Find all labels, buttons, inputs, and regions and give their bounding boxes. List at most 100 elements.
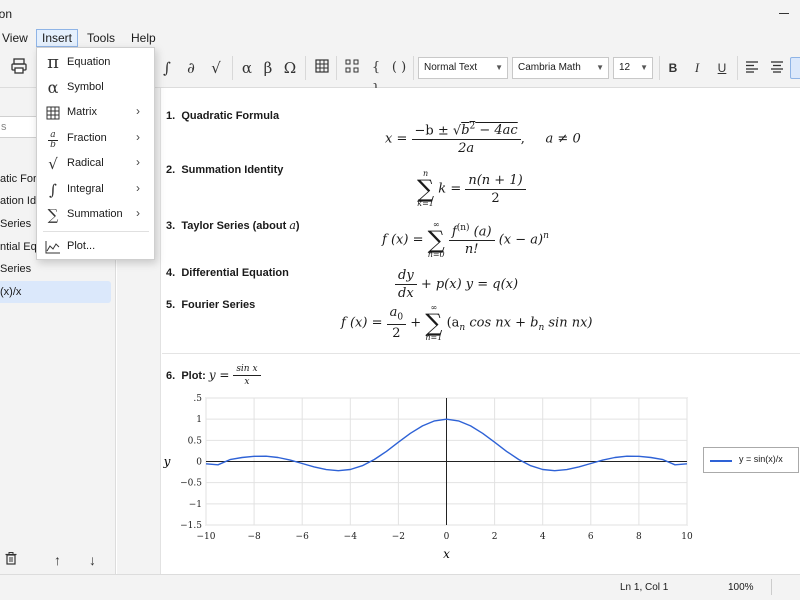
parentheses-icon[interactable]: ( ): [389, 57, 409, 79]
equation-differential[interactable]: dy dx + p(x) y = q(x): [395, 268, 518, 301]
status-divider: [771, 579, 772, 595]
equation-summation[interactable]: n ∑ k=1 k = n(n + 1) 2: [417, 170, 526, 208]
font-size-select[interactable]: 12 ▼: [613, 57, 653, 79]
insert-menu: π Equation α Symbol Matrix › ab Fraction…: [36, 47, 155, 260]
x-tick-label: −6: [296, 532, 310, 542]
equation-fourier[interactable]: f (x) = a0 2 + ∞ ∑ n=1 (an cos nx + bn sin …: [341, 304, 592, 342]
cursor-position: Ln 1, Col 1: [620, 582, 669, 593]
section-title-1: 1. Quadratic Formula: [166, 110, 280, 122]
omega-symbol-button[interactable]: Ω: [280, 57, 300, 79]
equation-quadratic[interactable]: x = −b ± √b2 − 4ac 2a, a ≠ 0: [385, 122, 581, 156]
y-tick-label: −1.5: [180, 521, 202, 531]
chevron-right-icon: ›: [136, 104, 140, 118]
minimize-button[interactable]: [779, 13, 789, 14]
insert-menu-summation[interactable]: ∑ Summation ›: [37, 203, 154, 228]
x-tick-label: −2: [392, 532, 405, 542]
bold-button[interactable]: B: [663, 57, 683, 79]
menu-tools[interactable]: Tools: [82, 29, 120, 47]
font-size-value: 12: [619, 62, 631, 73]
x-tick-label: 8: [636, 532, 642, 542]
chevron-right-icon: ›: [136, 206, 140, 220]
sidebar-item-plot[interactable]: (x)/x: [0, 281, 111, 303]
equation-taylor[interactable]: f (x) = ∞ ∑ n=0 f(n) (a) n! (x − a)n: [382, 221, 549, 259]
status-bar: Ln 1, Col 1 100%: [0, 574, 800, 600]
chevron-right-icon: ›: [136, 181, 140, 195]
insert-menu-fraction[interactable]: ab Fraction ›: [37, 127, 154, 152]
x-tick-label: −8: [247, 532, 261, 542]
title-bar: ion: [0, 0, 800, 28]
partial-symbol-button[interactable]: ∂: [181, 57, 201, 79]
y-tick-label: −1: [189, 500, 202, 510]
font-select[interactable]: Cambria Math ▼: [512, 57, 609, 79]
chevron-right-icon: ›: [136, 130, 140, 144]
chevron-right-icon: ›: [136, 155, 140, 169]
section-divider: [162, 353, 800, 354]
chevron-down-icon: ▼: [495, 63, 503, 72]
table-icon[interactable]: [312, 57, 332, 79]
legend-label: y = sin(x)/x: [739, 454, 783, 464]
chevron-down-icon: ▼: [640, 63, 648, 72]
print-icon[interactable]: [9, 57, 29, 79]
paragraph-style-select[interactable]: Normal Text ▼: [418, 57, 508, 79]
sidebar-actions: ↑ ↓: [0, 546, 116, 574]
x-axis-label: x: [443, 547, 450, 561]
trash-icon[interactable]: [5, 552, 17, 568]
y-tick-label: −0.5: [180, 479, 202, 489]
menu-help[interactable]: Help: [126, 29, 161, 47]
window-title: ion: [0, 7, 13, 21]
alpha-icon: α: [47, 78, 59, 97]
plot-legend: y = sin(x)/x: [703, 447, 799, 473]
beta-symbol-button[interactable]: β: [258, 57, 278, 79]
radical-symbol-button[interactable]: √: [206, 57, 226, 79]
x-tick-label: 4: [540, 532, 546, 542]
sidebar-item-fourier[interactable]: Series: [0, 258, 111, 280]
summation-icon: ∑: [47, 206, 59, 224]
legend-line-swatch: [710, 460, 732, 462]
plot-icon: [43, 237, 63, 257]
insert-menu-plot[interactable]: Plot...: [37, 235, 154, 260]
arrow-down-icon[interactable]: ↓: [89, 552, 96, 568]
menu-insert[interactable]: Insert: [36, 29, 79, 47]
insert-menu-radical[interactable]: √ Radical ›: [37, 152, 154, 177]
align-left-icon[interactable]: [742, 57, 762, 79]
matrix-icon[interactable]: [342, 57, 362, 79]
y-axis-label: y: [163, 455, 171, 469]
y-tick-label: 0.5: [188, 436, 203, 446]
fraction-icon: ab: [48, 129, 58, 150]
integral-symbol-button[interactable]: ∫: [157, 57, 177, 79]
underline-button[interactable]: U: [712, 57, 732, 79]
section-title-5: 5. Fourier Series: [166, 299, 256, 311]
section-title-4: 4. Differential Equation: [166, 267, 289, 279]
integral-icon: ∫: [49, 181, 57, 199]
align-center-icon[interactable]: [767, 57, 787, 79]
radical-icon: √: [48, 155, 58, 173]
menu-view[interactable]: View: [0, 29, 33, 47]
x-tick-label: 0: [444, 532, 450, 542]
pi-icon: π: [47, 52, 59, 73]
chevron-down-icon: ▼: [596, 63, 604, 72]
x-tick-label: −10: [197, 532, 216, 542]
matrix-icon: [43, 103, 63, 123]
y-tick-label: .5: [193, 394, 202, 404]
y-tick-label: 0: [196, 458, 202, 468]
braces-icon[interactable]: { }: [366, 57, 386, 97]
insert-menu-equation[interactable]: π Equation: [37, 51, 154, 76]
insert-menu-matrix[interactable]: Matrix ›: [37, 101, 154, 126]
section-title-6: 6. Plot: y = sin xx: [166, 364, 261, 387]
insert-menu-symbol[interactable]: α Symbol: [37, 76, 154, 101]
paragraph-style-value: Normal Text: [424, 62, 478, 73]
y-tick-label: 1: [196, 415, 202, 425]
italic-button[interactable]: I: [687, 57, 707, 79]
document-area: 1. Quadratic Formula x = −b ± √b2 − 4ac 2…: [117, 88, 800, 574]
plot-chart[interactable]: −10 −8 −6 −4 −2 0 2 4 6 8 10 −1.5 −1 −0.5 0 0.5 1 .5 x y: [161, 388, 800, 563]
x-tick-label: −4: [344, 532, 358, 542]
x-tick-label: 6: [588, 532, 594, 542]
font-value: Cambria Math: [518, 62, 581, 73]
menu-bar: View Insert Tools Help: [0, 28, 800, 48]
alpha-symbol-button[interactable]: α: [237, 57, 257, 79]
section-title-2: 2. Summation Identity: [166, 164, 284, 176]
align-right-icon[interactable]: [790, 57, 800, 79]
arrow-up-icon[interactable]: ↑: [54, 552, 61, 568]
zoom-level: 100%: [728, 582, 754, 593]
insert-menu-integral[interactable]: ∫ Integral ›: [37, 178, 154, 203]
